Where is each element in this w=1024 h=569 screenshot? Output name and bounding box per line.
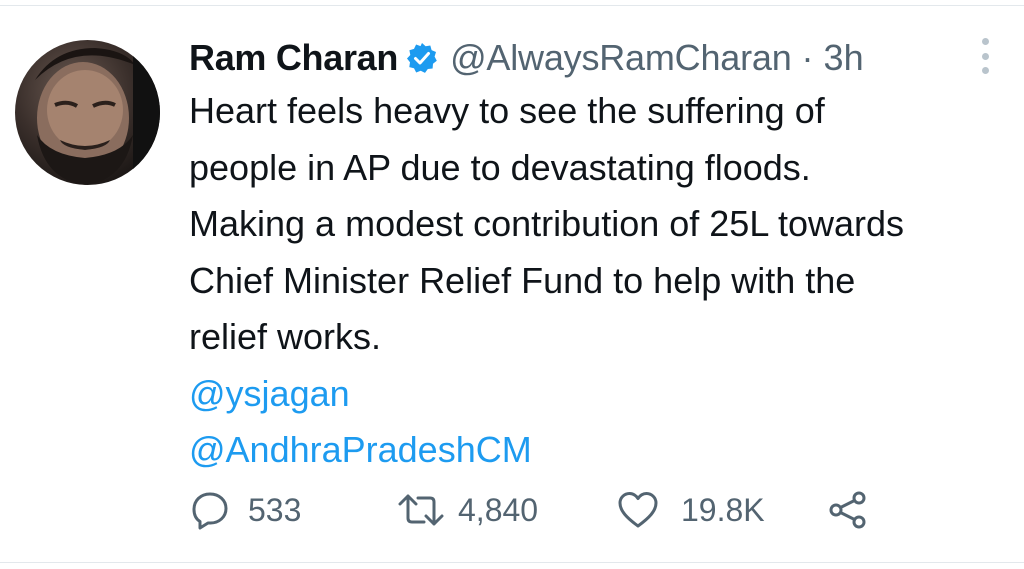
tweet-header: Ram Charan @AlwaysRamCharan · 3h [189,30,864,86]
display-name[interactable]: Ram Charan [189,37,398,79]
more-options-icon[interactable] [976,38,994,74]
retweet-icon [398,494,444,526]
separator-dot: · [801,37,814,78]
timestamp[interactable]: 3h [824,37,864,79]
tweet-line: Heart feels heavy to see the suffering o… [189,90,825,131]
bottom-divider [0,562,1024,563]
mention-link[interactable]: @AndhraPradeshCM [189,422,1019,479]
tweet-body: Heart feels heavy to see the suffering o… [189,83,1019,479]
tweet-line: Chief Minister Relief Fund to help with … [189,259,856,301]
action-bar: 533 4,840 19.8K [190,488,890,532]
retweet-count: 4,840 [458,491,539,528]
user-handle[interactable]: @AlwaysRamCharan [450,37,792,79]
reply-count: 533 [248,491,302,528]
reply-button[interactable]: 533 [190,488,301,532]
like-button[interactable]: 19.8K [617,488,765,532]
mention-link[interactable]: @ysjagan [189,366,1019,423]
top-divider [0,5,1024,6]
verified-badge-icon [406,42,438,74]
tweet-line: people in AP due to devastating floods. [189,146,811,188]
retweet-button[interactable]: 4,840 [398,488,538,532]
like-count: 19.8K [681,491,765,528]
heart-icon [618,492,658,528]
share-icon [829,491,866,529]
reply-icon [192,492,228,530]
share-button[interactable] [828,488,868,532]
tweet-line: Making a modest contribution of 25L towa… [189,203,905,244]
avatar[interactable] [15,40,160,185]
tweet-line: relief works. [189,316,382,357]
